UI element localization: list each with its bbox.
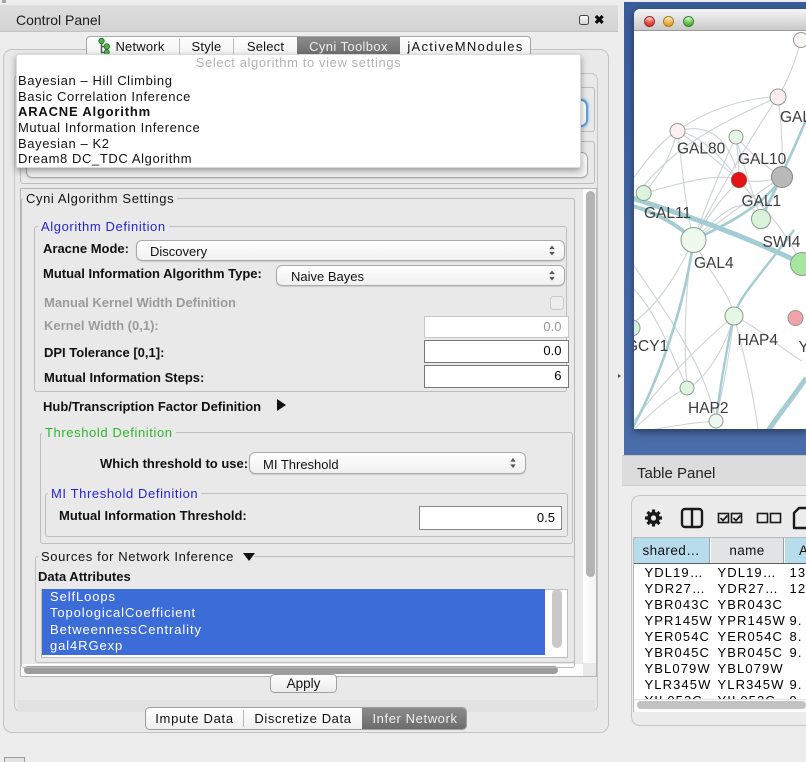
svg-text:GAL4: GAL4	[694, 255, 734, 272]
svg-text:SWI4: SWI4	[763, 234, 801, 251]
svg-text:HAP2: HAP2	[688, 400, 729, 417]
svg-text:GAL10: GAL10	[738, 151, 787, 168]
svg-text:GAL1: GAL1	[742, 193, 782, 210]
svg-text:Y: Y	[799, 339, 806, 356]
svg-text:GCY1: GCY1	[634, 338, 668, 355]
svg-text:HAP4: HAP4	[738, 332, 779, 349]
svg-text:GAL11: GAL11	[644, 205, 691, 222]
svg-text:GAL: GAL	[780, 109, 806, 126]
svg-text:GAL80: GAL80	[677, 141, 726, 158]
